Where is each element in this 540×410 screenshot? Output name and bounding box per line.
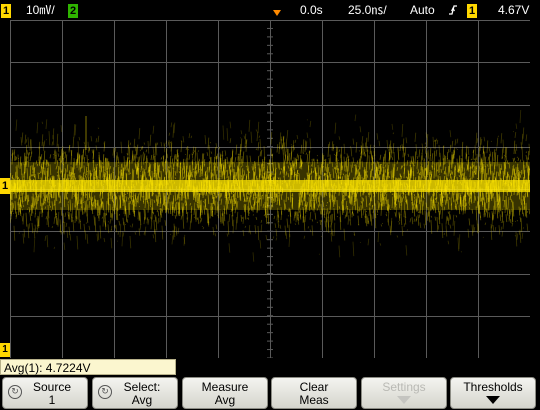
channel2-indicator: 2: [68, 0, 78, 20]
timebase: 25.0㎱/: [348, 3, 387, 17]
channel1-indicator: 1: [1, 0, 11, 20]
waveform-halo: [10, 162, 530, 210]
arrow-down-icon: [486, 396, 500, 404]
scope-graticule: [10, 20, 530, 358]
trigger-level: 4.67V: [498, 3, 530, 17]
rotate-knob-icon: ↻: [8, 385, 22, 399]
channel2-label: 2: [68, 4, 78, 18]
trigger-source-indicator: 1: [467, 0, 477, 20]
channel1-label: 1: [1, 4, 11, 18]
clear-softkey-value: Meas: [299, 393, 329, 407]
trigger-position-icon: [272, 0, 282, 20]
thresholds-softkey-label: Thresholds: [463, 380, 523, 394]
trigger-mode: Auto: [410, 3, 435, 17]
softkey-bar: ↻ Source 1 ↻ Select: Avg Measure Avg Cle…: [0, 376, 540, 410]
trigger-source: 1: [467, 4, 477, 18]
channel1-scale: 10㎷/: [26, 3, 55, 17]
select-softkey[interactable]: ↻ Select: Avg: [92, 377, 178, 409]
chevron-down-icon: [397, 396, 411, 404]
measure-avg-softkey[interactable]: Measure Avg: [182, 377, 268, 409]
settings-softkey-label: Settings: [382, 380, 426, 394]
channel1-offset-marker[interactable]: 1: [0, 178, 10, 194]
measure-softkey-value: Avg: [214, 393, 236, 407]
status-bar: 1 10㎷/ 2 0.0s 25.0㎱/ Auto 1 4.67V: [0, 0, 540, 20]
rotate-knob-icon: ↻: [98, 385, 112, 399]
thresholds-softkey[interactable]: Thresholds: [450, 377, 536, 409]
channel1-ground-marker: 1: [0, 343, 10, 357]
waveform-display: [10, 20, 530, 358]
clear-meas-softkey[interactable]: Clear Meas: [271, 377, 357, 409]
settings-softkey[interactable]: Settings: [361, 377, 447, 409]
measurement-readout: Avg(1): 4.7224V: [0, 359, 176, 375]
time-offset: 0.0s: [300, 3, 323, 17]
source-softkey[interactable]: ↻ Source 1: [2, 377, 88, 409]
rising-edge-icon: [448, 0, 458, 20]
